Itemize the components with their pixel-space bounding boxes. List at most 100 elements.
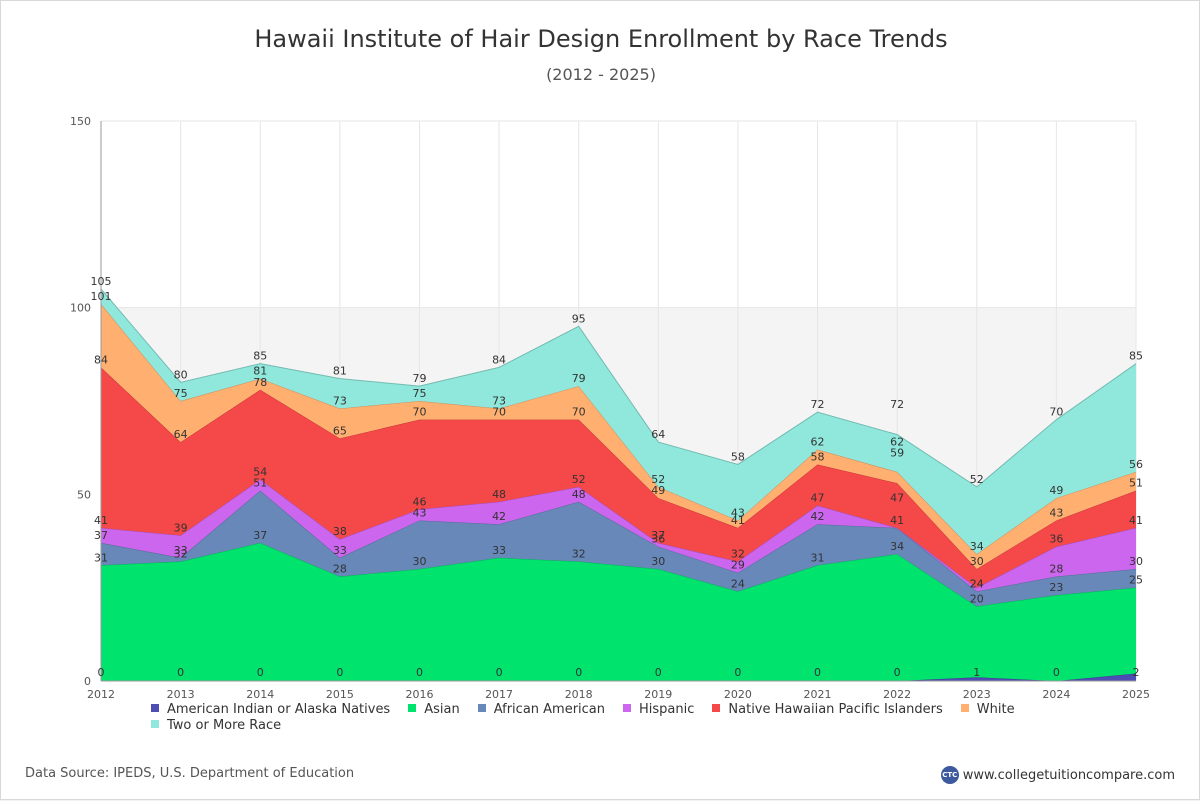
data-label: 75 bbox=[174, 387, 188, 400]
data-label: 51 bbox=[1129, 477, 1143, 490]
data-label: 84 bbox=[492, 353, 506, 366]
ctc-logo-icon: CTC bbox=[940, 766, 959, 784]
legend-swatch-icon bbox=[477, 704, 486, 712]
data-label: 38 bbox=[333, 525, 347, 538]
site-url[interactable]: www.collegetuitioncompare.com bbox=[963, 768, 1175, 783]
data-label: 0 bbox=[257, 666, 264, 679]
data-label: 0 bbox=[894, 666, 901, 679]
data-label: 2 bbox=[1133, 666, 1140, 679]
data-label: 37 bbox=[253, 529, 267, 542]
data-label: 73 bbox=[492, 394, 506, 407]
data-label: 81 bbox=[253, 365, 267, 378]
data-label: 33 bbox=[492, 544, 506, 557]
legend-swatch-icon bbox=[623, 704, 632, 712]
legend-item[interactable]: Native Hawaiian Pacific Islanders bbox=[712, 702, 943, 718]
data-label: 33 bbox=[333, 544, 347, 557]
data-label: 48 bbox=[492, 488, 506, 501]
data-label: 29 bbox=[731, 559, 745, 572]
legend-swatch-icon bbox=[151, 720, 159, 728]
legend-label: American Indian or Alaska Natives bbox=[167, 702, 391, 717]
data-label: 30 bbox=[651, 555, 665, 568]
data-label: 0 bbox=[1053, 666, 1060, 679]
data-label: 52 bbox=[572, 473, 586, 486]
data-label: 42 bbox=[811, 510, 825, 523]
data-label: 70 bbox=[412, 406, 426, 419]
data-label: 43 bbox=[1049, 506, 1063, 519]
x-tick-label: 2017 bbox=[485, 688, 513, 701]
data-label: 73 bbox=[333, 394, 347, 407]
legend-item[interactable]: Hispanic bbox=[623, 702, 694, 718]
chart-legend: American Indian or Alaska Natives Asian Af… bbox=[151, 702, 1111, 734]
data-label: 85 bbox=[253, 350, 267, 363]
x-tick-label: 2023 bbox=[963, 688, 991, 701]
data-label: 54 bbox=[253, 465, 267, 478]
data-label: 46 bbox=[412, 495, 426, 508]
site-credit[interactable]: CTC www.collegetuitioncompare.com bbox=[940, 766, 1175, 784]
x-tick-label: 2013 bbox=[167, 688, 195, 701]
data-label: 33 bbox=[174, 544, 188, 557]
data-label: 32 bbox=[572, 548, 586, 561]
y-tick-label: 100 bbox=[70, 302, 91, 315]
data-label: 0 bbox=[496, 666, 503, 679]
x-tick-label: 2021 bbox=[804, 688, 832, 701]
legend-label: Two or More Race bbox=[167, 718, 282, 733]
data-label: 80 bbox=[174, 368, 188, 381]
data-label: 42 bbox=[492, 510, 506, 523]
data-label: 49 bbox=[651, 484, 665, 497]
data-source: Data Source: IPEDS, U.S. Department of E… bbox=[25, 766, 355, 781]
legend-item[interactable]: Two or More Race bbox=[151, 718, 281, 734]
legend-swatch-icon bbox=[712, 704, 721, 712]
data-label: 28 bbox=[1049, 562, 1063, 575]
data-label: 34 bbox=[970, 540, 984, 553]
data-label: 43 bbox=[412, 506, 426, 519]
legend-item[interactable]: African American bbox=[477, 702, 606, 718]
data-label: 24 bbox=[970, 577, 984, 590]
x-tick-label: 2024 bbox=[1042, 688, 1070, 701]
legend-item[interactable]: Asian bbox=[408, 702, 460, 718]
data-label: 62 bbox=[890, 436, 904, 449]
y-tick-label: 0 bbox=[84, 675, 91, 688]
data-label: 59 bbox=[890, 447, 904, 460]
data-label: 47 bbox=[890, 492, 904, 505]
data-label: 28 bbox=[333, 562, 347, 575]
data-label: 34 bbox=[890, 540, 904, 553]
y-tick-label: 150 bbox=[70, 115, 91, 128]
data-label: 72 bbox=[890, 398, 904, 411]
x-tick-label: 2012 bbox=[87, 688, 115, 701]
legend-label: Hispanic bbox=[639, 702, 695, 717]
plot-band bbox=[101, 121, 1136, 308]
data-label: 48 bbox=[572, 488, 586, 501]
data-label: 64 bbox=[651, 428, 665, 441]
data-label: 70 bbox=[492, 406, 506, 419]
legend-item[interactable]: American Indian or Alaska Natives bbox=[151, 702, 390, 718]
legend-label: Native Hawaiian Pacific Islanders bbox=[728, 702, 943, 717]
x-tick-label: 2015 bbox=[326, 688, 354, 701]
data-label: 58 bbox=[731, 450, 745, 463]
legend-label: Asian bbox=[424, 702, 460, 717]
data-label: 0 bbox=[575, 666, 582, 679]
stacked-area-chart: 0501001502012 2013 2014 2015 2016 2017 2018 201… bbox=[70, 115, 1150, 701]
data-label: 31 bbox=[94, 551, 108, 564]
data-label: 0 bbox=[336, 666, 343, 679]
data-label: 72 bbox=[811, 398, 825, 411]
data-label: 41 bbox=[890, 514, 904, 527]
x-tick-label: 2020 bbox=[724, 688, 752, 701]
data-label: 41 bbox=[1129, 514, 1143, 527]
legend-item[interactable]: White bbox=[960, 702, 1015, 718]
data-label: 39 bbox=[174, 521, 188, 534]
data-label: 32 bbox=[731, 548, 745, 561]
data-label: 31 bbox=[811, 551, 825, 564]
data-label: 30 bbox=[970, 555, 984, 568]
data-label: 20 bbox=[970, 592, 984, 605]
data-label: 65 bbox=[333, 424, 347, 437]
data-label: 41 bbox=[94, 514, 108, 527]
data-label: 30 bbox=[1129, 555, 1143, 568]
legend-swatch-icon bbox=[960, 704, 969, 712]
x-tick-label: 2014 bbox=[246, 688, 274, 701]
data-label: 47 bbox=[811, 492, 825, 505]
data-label: 0 bbox=[98, 666, 105, 679]
legend-swatch-icon bbox=[151, 704, 159, 712]
data-label: 79 bbox=[412, 372, 426, 385]
legend-label: African American bbox=[493, 702, 606, 717]
data-label: 23 bbox=[1049, 581, 1063, 594]
